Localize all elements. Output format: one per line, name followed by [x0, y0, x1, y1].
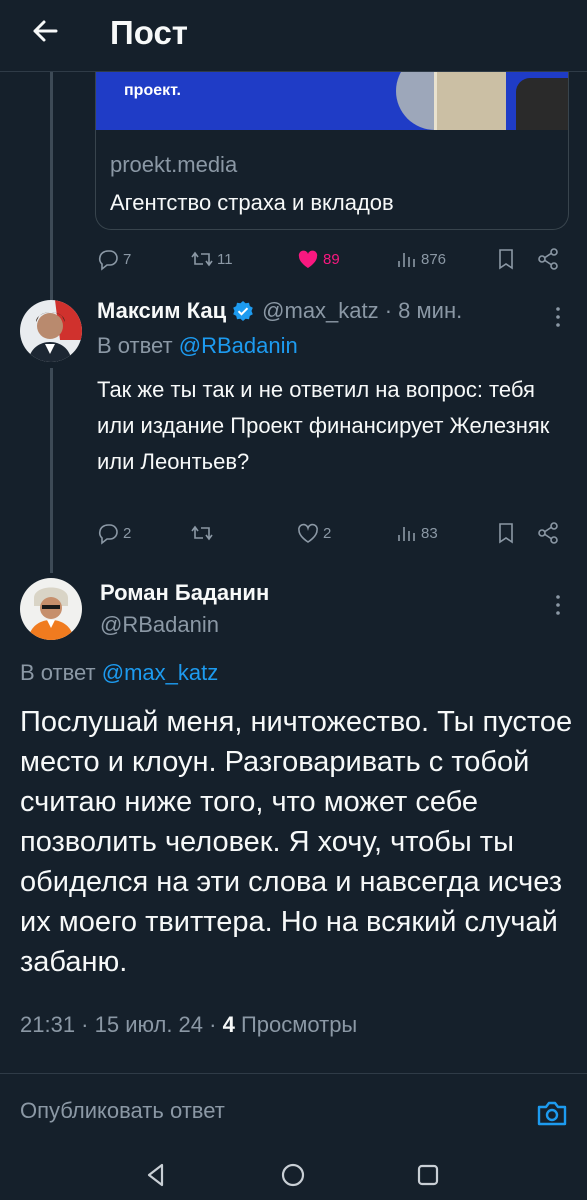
bookmark-icon — [499, 249, 513, 270]
tweet-meta: 21:31 · 15 июл. 24 · 4 Просмотры — [20, 1012, 357, 1038]
views-icon — [398, 253, 415, 267]
views-count: 83 — [421, 524, 438, 542]
card-image: проект. — [96, 72, 568, 130]
thread-line — [50, 72, 53, 300]
reply-count: 2 — [123, 524, 132, 542]
author-handle: @max_katz · 8 мин. — [262, 298, 463, 323]
card-image-banknotes — [434, 72, 506, 130]
link-preview-card[interactable]: проект. proekt.media Агентство страха и … — [95, 72, 569, 230]
reply-icon — [98, 524, 118, 545]
author-name[interactable]: Максим Кац @max_katz · 8 мин. — [97, 298, 462, 324]
card-title: Агентство страха и вкладов — [110, 190, 394, 215]
author-display-name[interactable]: Роман Баданин — [100, 580, 269, 606]
avatar[interactable] — [20, 578, 82, 640]
retweet-button[interactable]: 11 — [189, 242, 233, 276]
views-count: 4 — [222, 1012, 235, 1037]
share-button[interactable] — [535, 516, 561, 550]
like-count: 89 — [323, 250, 340, 268]
heart-icon — [298, 250, 318, 268]
author-display-name: Максим Кац — [97, 298, 227, 323]
reply-count: 7 — [123, 250, 132, 268]
reply-prefix: В ответ — [20, 660, 96, 685]
reply-icon — [98, 250, 118, 271]
views-button[interactable]: 83 — [393, 516, 438, 550]
retweet-icon — [191, 251, 213, 267]
reply-context: В ответ @max_katz — [20, 660, 218, 686]
top-bar: Пост — [0, 0, 587, 72]
tweet-actions: 2 2 83 — [95, 516, 565, 550]
share-icon — [538, 522, 558, 544]
bookmark-button[interactable] — [493, 516, 519, 550]
reply-context: В ответ @RBadanin — [97, 333, 298, 359]
divider — [0, 1073, 587, 1074]
bookmark-icon — [499, 523, 513, 544]
like-button[interactable]: 2 — [295, 516, 331, 550]
reply-prefix: В ответ — [97, 333, 173, 358]
reply-to-link[interactable]: @RBadanin — [179, 333, 298, 358]
card-domain: proekt.media — [110, 152, 238, 177]
reply-to-link[interactable]: @max_katz — [102, 660, 218, 685]
nav-back-icon[interactable] — [142, 1160, 172, 1190]
avatar[interactable] — [20, 300, 82, 362]
bookmark-button[interactable] — [493, 242, 519, 276]
views-count: 876 — [421, 250, 447, 268]
card-image-boot — [516, 78, 568, 130]
card-image-logo: проект. — [124, 82, 181, 99]
page-title: Пост — [110, 14, 188, 51]
like-button[interactable]: 89 — [295, 242, 340, 276]
reply-button[interactable]: 7 — [95, 242, 131, 276]
tweet-text: Так же ты так и не ответил на вопрос: те… — [97, 377, 550, 474]
thread-line — [50, 368, 53, 573]
views-label[interactable]: Просмотры — [241, 1012, 357, 1037]
retweet-icon — [191, 525, 213, 541]
like-count: 2 — [323, 524, 332, 542]
views-button[interactable]: 876 — [393, 242, 446, 276]
tweet-text: Послушай меня, ничтожество. Ты пустое ме… — [20, 706, 573, 978]
camera-icon[interactable] — [535, 1096, 569, 1130]
author-handle[interactable]: @RBadanin — [100, 612, 219, 638]
nav-recents-icon[interactable] — [413, 1160, 443, 1190]
nav-home-icon[interactable] — [278, 1160, 308, 1190]
back-arrow-icon[interactable] — [28, 14, 62, 48]
share-icon — [538, 248, 558, 270]
heart-icon — [298, 523, 318, 543]
tweet-timestamp: 21:31 · 15 июл. 24 · — [20, 1012, 223, 1037]
retweet-button[interactable] — [189, 516, 217, 550]
tweet-actions: 7 11 89 876 — [95, 242, 565, 276]
system-nav-bar — [0, 1150, 587, 1200]
retweet-count: 11 — [217, 250, 233, 268]
views-icon — [398, 527, 415, 541]
verified-icon — [233, 301, 253, 321]
reply-button[interactable]: 2 — [95, 516, 131, 550]
more-icon[interactable] — [548, 590, 568, 620]
share-button[interactable] — [535, 242, 561, 276]
more-icon[interactable] — [548, 302, 568, 332]
reply-input[interactable]: Опубликовать ответ — [20, 1098, 225, 1124]
